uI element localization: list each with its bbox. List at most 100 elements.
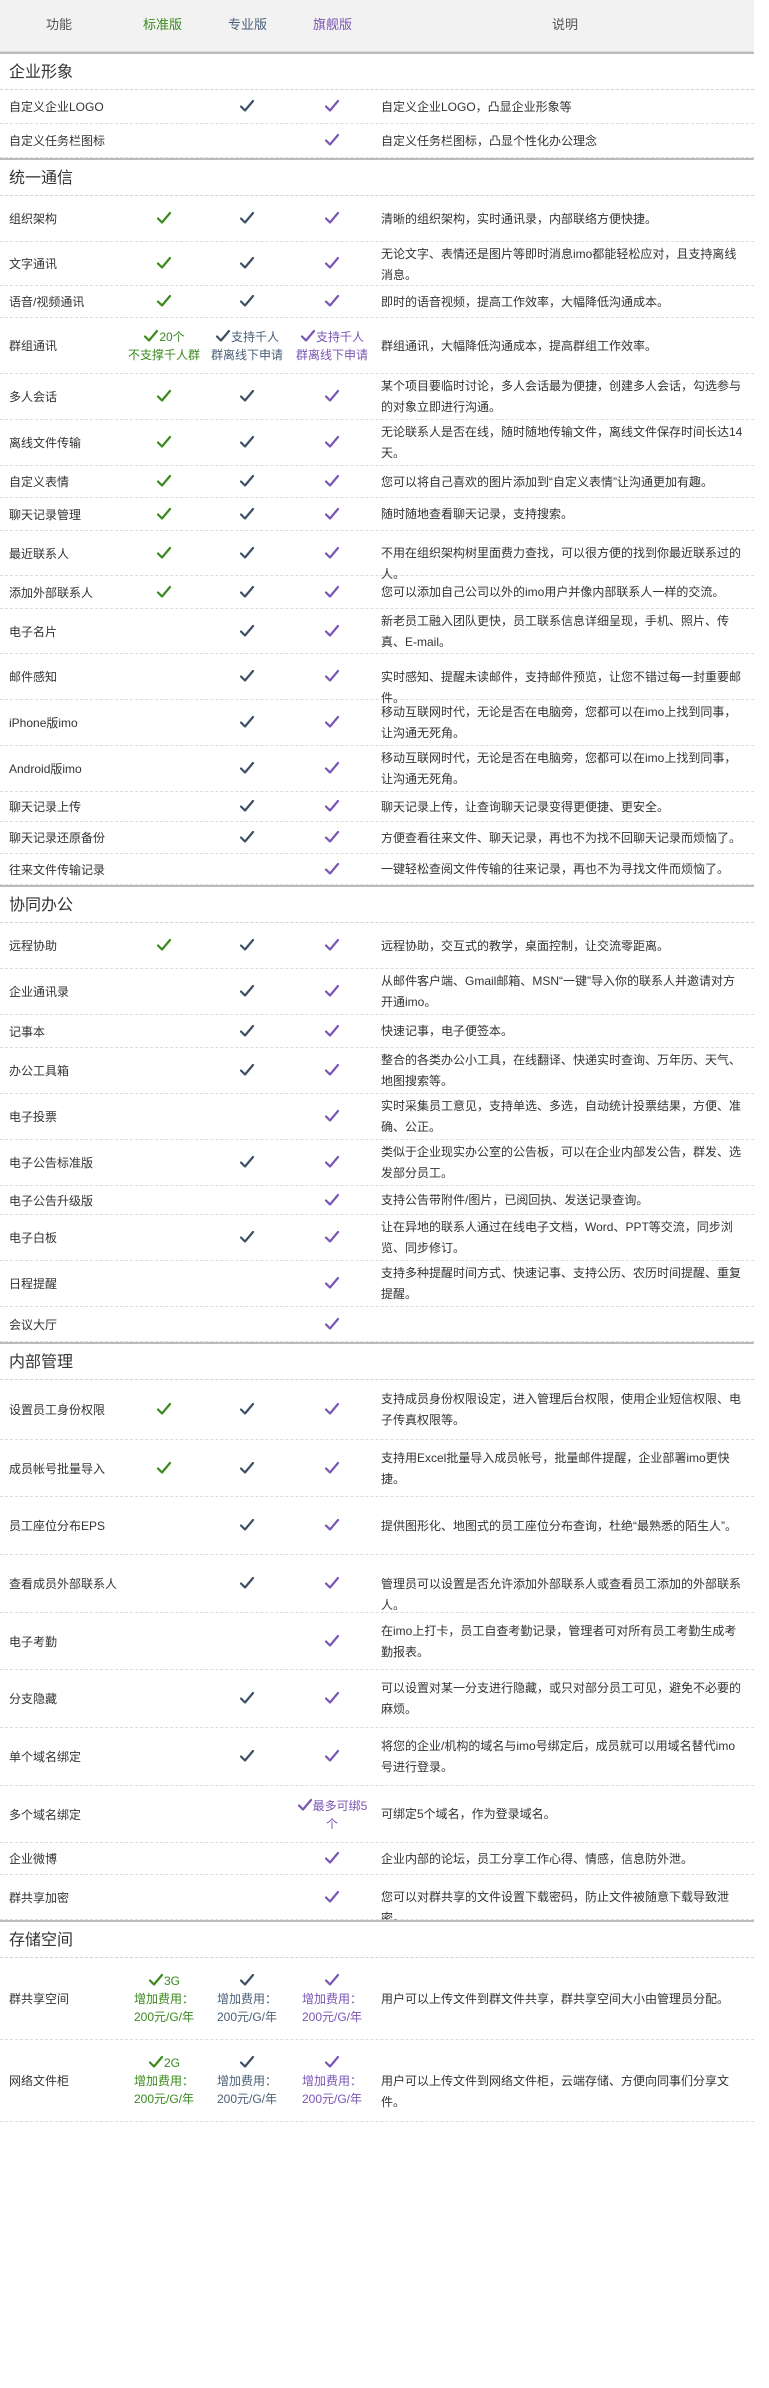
pro-cell xyxy=(207,1517,287,1535)
table-row: 办公工具箱 整合的各类办公小工具，在线翻译、快递实时查询、万年历、天气、地图搜索等… xyxy=(0,1048,754,1094)
feature-description: 您可以将自己喜欢的图片添加到“自定义表情”让沟通更加有趣。 xyxy=(381,475,713,489)
section-header: 存储空间 xyxy=(0,1920,754,1958)
checkmark-icon xyxy=(239,937,255,953)
flag-cell xyxy=(292,210,372,228)
flag-cell xyxy=(292,584,372,602)
checkmark-icon xyxy=(324,829,340,845)
table-row: 邮件感知 实时感知、提醒未读邮件，支持邮件预览，让您不错过每一封重要邮件。 xyxy=(0,654,754,705)
flag-note-line: 增加费用： xyxy=(292,2072,372,2090)
checkmark-icon xyxy=(324,1575,340,1591)
checkmark-icon xyxy=(324,861,340,877)
checkmark-icon xyxy=(324,255,340,271)
feature-description: 自定义任务栏图标，凸显个性化办公理念 xyxy=(381,134,598,148)
feature-name: 文字通讯 xyxy=(9,257,58,271)
feature-name: 远程协助 xyxy=(9,939,58,953)
flag-cell: 最多可绑5 个 xyxy=(292,1797,372,1833)
pro-note-text: 支持千人 xyxy=(230,330,279,344)
pro-cell xyxy=(207,1023,287,1041)
checkmark-icon xyxy=(324,1889,340,1905)
pro-cell xyxy=(207,293,287,311)
table-row: 自定义企业LOGO 自定义企业LOGO，凸显企业形象等 xyxy=(0,90,754,124)
std-cell: 20个 不支撑千人群 xyxy=(124,328,204,364)
feature-name: 往来文件传输记录 xyxy=(9,863,106,877)
feature-description: 快速记事，电子便签本。 xyxy=(381,1024,514,1038)
checkmark-icon xyxy=(239,545,255,561)
header-function: 功能 xyxy=(46,17,73,32)
flag-note-line: 个 xyxy=(292,1815,372,1833)
pro-cell xyxy=(207,668,287,686)
feature-description: 可绑定5个域名，作为登录域名。 xyxy=(381,1807,556,1821)
section-header: 统一通信 xyxy=(0,158,754,196)
flag-cell xyxy=(292,1748,372,1766)
checkmark-icon xyxy=(324,1062,340,1078)
pro-note-line: 支持千人 xyxy=(207,328,287,346)
feature-name: 记事本 xyxy=(9,1025,46,1039)
checkmark-icon xyxy=(324,506,340,522)
feature-name: 添加外部联系人 xyxy=(9,586,94,600)
feature-name: 电子白板 xyxy=(9,1231,58,1245)
table-row: 群组通讯 20个 不支撑千人群 支持千人 群离线下申请 支持千人 群离线下申请 群组通讯，大幅… xyxy=(0,318,754,374)
feature-name: 单个域名绑定 xyxy=(9,1750,82,1764)
checkmark-icon xyxy=(239,1575,255,1591)
table-row: 电子公告升级版 支持公告带附件/图片，已阅回执、发送记录查询。 xyxy=(0,1186,754,1215)
feature-name: 邮件感知 xyxy=(9,670,58,684)
pro-cell xyxy=(207,255,287,273)
flag-cell xyxy=(292,1275,372,1293)
pro-cell xyxy=(207,1229,287,1247)
std-cell xyxy=(124,434,204,452)
std-cell: 3G 增加费用： 200元/G/年 xyxy=(124,1972,204,2026)
pro-cell: 增加费用： 200元/G/年 xyxy=(207,2054,287,2108)
feature-name: 聊天记录还原备份 xyxy=(9,831,106,845)
checkmark-icon xyxy=(324,132,340,148)
feature-name: 自定义表情 xyxy=(9,475,70,489)
flag-note-text: 支持千人 xyxy=(315,330,364,344)
checkmark-icon xyxy=(239,293,255,309)
flag-cell xyxy=(292,1023,372,1041)
table-row: 文字通讯 无论文字、表情还是图片等即时消息imo都能轻松应对，且支持离线消息。 xyxy=(0,242,754,286)
feature-description: 一键轻松查阅文件传输的往来记录，再也不为寻找文件而烦恼了。 xyxy=(381,862,730,876)
std-cell xyxy=(124,210,204,228)
pro-note-line: 200元/G/年 xyxy=(207,2008,287,2026)
pro-cell xyxy=(207,1154,287,1172)
table-row: 电子投票 实时采集员工意见，支持单选、多选，自动统计投票结果，方便、准确、公正。 xyxy=(0,1094,754,1140)
feature-description: 自定义企业LOGO，凸显企业形象等 xyxy=(381,100,572,114)
checkmark-icon xyxy=(324,1229,340,1245)
std-note-line: 不支撑千人群 xyxy=(124,346,204,364)
feature-name: 分支隐藏 xyxy=(9,1692,58,1706)
feature-name: 员工座位分布EPS xyxy=(9,1519,106,1533)
checkmark-icon xyxy=(324,98,340,114)
checkmark-icon xyxy=(324,1108,340,1124)
feature-description: 支持用Excel批量导入成员帐号，批量邮件提醒，企业部署imo更快捷。 xyxy=(381,1451,730,1486)
checkmark-icon xyxy=(148,2054,164,2070)
checkmark-icon xyxy=(156,545,172,561)
std-cell xyxy=(124,293,204,311)
table-row: 聊天记录管理 随时随地查看聊天记录，支持搜索。 xyxy=(0,498,754,531)
pro-cell xyxy=(207,1401,287,1419)
feature-description: 远程协助，交互式的教学，桌面控制，让交流零距离。 xyxy=(381,939,670,953)
feature-description: 方便查看往来文件、聊天记录，再也不为找不回聊天记录而烦恼了。 xyxy=(381,831,742,845)
flag-cell xyxy=(292,473,372,491)
checkmark-icon xyxy=(239,584,255,600)
pro-note-line xyxy=(207,2054,287,2072)
table-row: 多人会话 某个项目要临时讨论，多人会话最为便捷，创建多人会话，勾选参与的对象立即进… xyxy=(0,374,754,420)
feature-name: 设置员工身份权限 xyxy=(9,1403,106,1417)
feature-name: Android版imo xyxy=(9,762,82,776)
std-note-text: 200元/G/年 xyxy=(133,2010,195,2024)
flag-cell xyxy=(292,132,372,150)
checkmark-icon xyxy=(239,760,255,776)
checkmark-icon xyxy=(324,210,340,226)
table-row: 企业微博 企业内部的论坛，员工分享工作心得、情感，信息防外泄。 xyxy=(0,1843,754,1875)
checkmark-icon xyxy=(156,1460,172,1476)
flag-cell xyxy=(292,1062,372,1080)
pro-cell xyxy=(207,798,287,816)
pro-note-text: 增加费用： xyxy=(216,2074,277,2088)
flag-cell xyxy=(292,829,372,847)
checkmark-icon xyxy=(156,210,172,226)
flag-cell xyxy=(292,1154,372,1172)
flag-note-text: 200元/G/年 xyxy=(301,2092,363,2106)
flag-cell: 增加费用： 200元/G/年 xyxy=(292,2054,372,2108)
feature-name: 成员帐号批量导入 xyxy=(9,1462,106,1476)
feature-description: 即时的语音视频，提高工作效率，大幅降低沟通成本。 xyxy=(381,295,670,309)
flag-note-text: 群离线下申请 xyxy=(295,348,368,362)
section-title: 统一通信 xyxy=(9,170,74,187)
